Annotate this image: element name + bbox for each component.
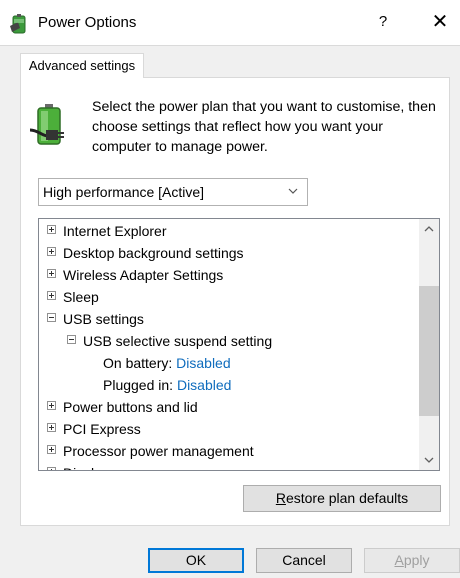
expand-icon[interactable]: [47, 225, 56, 234]
close-button[interactable]: ✕: [422, 8, 458, 36]
ok-button[interactable]: OK: [148, 548, 244, 573]
battery-plug-icon: [29, 104, 64, 145]
tree-item-label: USB selective suspend setting: [83, 333, 273, 349]
power-options-icon: [10, 14, 26, 34]
apply-button[interactable]: Apply: [364, 548, 460, 573]
plugged-in-label: Plugged in:: [103, 377, 174, 393]
expand-icon[interactable]: [47, 247, 56, 256]
expand-icon[interactable]: [47, 445, 56, 454]
settings-tree[interactable]: Internet Explorer Desktop background set…: [38, 218, 440, 471]
collapse-icon[interactable]: [67, 335, 76, 344]
tree-item-label: Power buttons and lid: [63, 399, 198, 415]
collapse-icon[interactable]: [47, 313, 56, 322]
tree-item-label: Processor power management: [63, 443, 254, 459]
window-title: Power Options: [38, 14, 137, 31]
scroll-thumb[interactable]: [419, 286, 439, 416]
expand-icon[interactable]: [47, 401, 56, 410]
tree-item-label: Display: [63, 462, 109, 470]
power-plan-value: High performance [Active]: [43, 184, 205, 200]
plugged-in-value-link[interactable]: Disabled: [177, 377, 231, 393]
power-plan-dropdown[interactable]: High performance [Active]: [38, 178, 308, 206]
chevron-down-icon: [288, 188, 298, 194]
tree-item-label: Sleep: [63, 289, 99, 305]
tree-item-label: PCI Express: [63, 421, 141, 437]
tree-item-plugged-in[interactable]: Plugged in: Disabled: [103, 374, 231, 396]
title-bar: Power Options ? ✕: [0, 0, 460, 46]
apply-mnemonic: A: [394, 552, 404, 568]
help-button[interactable]: ?: [368, 8, 398, 36]
cancel-button[interactable]: Cancel: [256, 548, 352, 573]
plan-description: Select the power plan that you want to c…: [92, 99, 436, 155]
scroll-up-arrow-icon[interactable]: [419, 219, 439, 239]
on-battery-label: On battery:: [103, 355, 173, 371]
expand-icon[interactable]: [47, 423, 56, 432]
tree-item-label: Internet Explorer: [63, 223, 167, 239]
apply-label: pply: [403, 552, 430, 568]
expand-icon[interactable]: [47, 269, 56, 278]
tab-advanced-settings[interactable]: Advanced settings: [20, 53, 144, 78]
expand-icon[interactable]: [47, 291, 56, 300]
tree-item-label: Desktop background settings: [63, 245, 244, 261]
expand-icon[interactable]: [47, 467, 56, 470]
tree-item-label: USB settings: [63, 311, 144, 327]
restore-mnemonic: R: [275, 490, 286, 506]
scroll-down-arrow-icon[interactable]: [419, 450, 439, 470]
restore-label: estore plan defaults: [285, 490, 409, 506]
on-battery-value-link[interactable]: Disabled: [176, 355, 230, 371]
tree-item-on-battery[interactable]: On battery: Disabled: [103, 352, 231, 374]
restore-plan-defaults-button[interactable]: Restore plan defaults: [243, 485, 441, 512]
tree-scrollbar[interactable]: [419, 219, 439, 470]
tree-item-label: Wireless Adapter Settings: [63, 267, 224, 283]
